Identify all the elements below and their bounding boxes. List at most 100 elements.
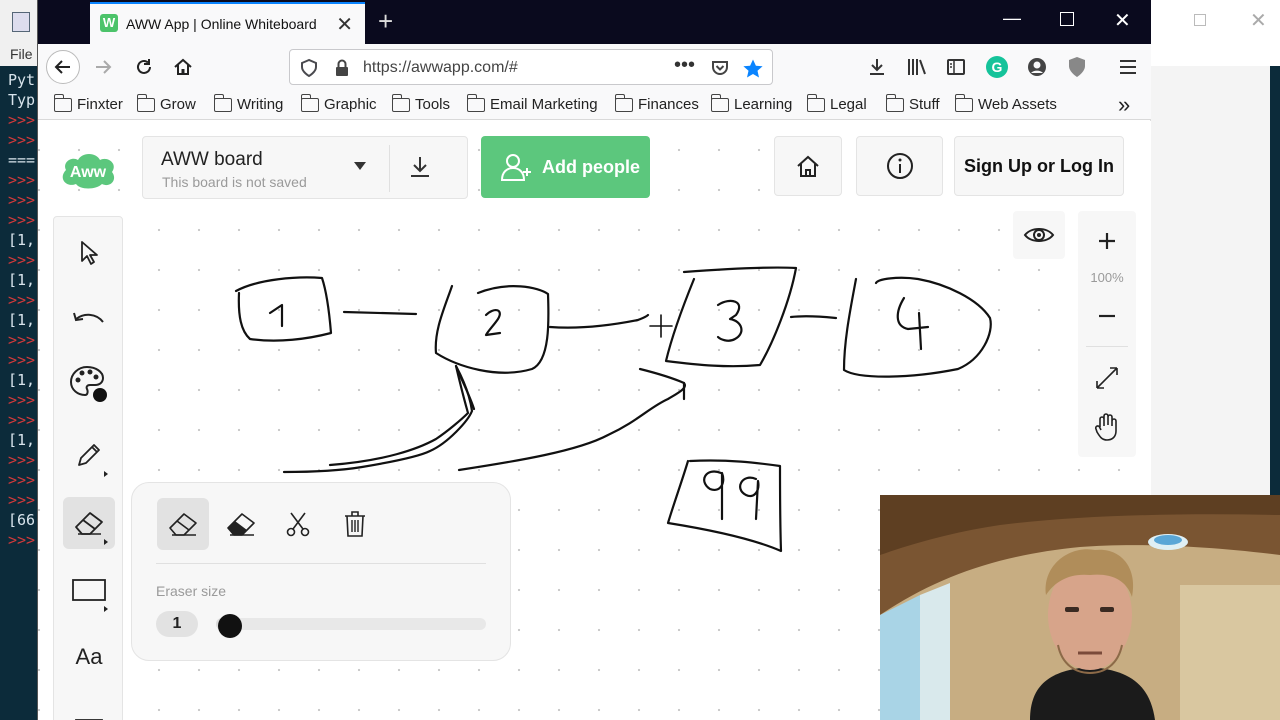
board-name[interactable]: AWW board: [161, 149, 263, 171]
tab-aww-app[interactable]: W AWW App | Online Whiteboard ✕: [90, 2, 365, 44]
text-tool[interactable]: Aa: [63, 631, 115, 683]
download-board-icon[interactable]: [409, 155, 431, 179]
page-actions-icon[interactable]: •••: [674, 54, 695, 77]
bookmark-star-icon[interactable]: [742, 58, 764, 80]
bookmark-learning[interactable]: Learning: [710, 93, 793, 113]
eraser-mode-outline[interactable]: [157, 498, 209, 550]
minimize-icon[interactable]: —: [1003, 8, 1021, 29]
close-icon[interactable]: ✕: [1250, 8, 1267, 33]
bookmark-label: Learning: [734, 96, 793, 113]
python-line: >>>: [8, 451, 36, 469]
home-icon: [174, 58, 192, 75]
python-line: >>>: [8, 351, 36, 369]
pencil-tool[interactable]: [63, 429, 115, 481]
eraser-tool[interactable]: [63, 497, 115, 549]
menu-icon[interactable]: [1118, 57, 1138, 77]
submenu-indicator: [104, 539, 108, 545]
forward-button[interactable]: [88, 52, 118, 82]
sketch-digit-2: [484, 309, 502, 337]
folder-icon: [954, 93, 973, 112]
pencil-icon: [78, 444, 100, 466]
shield-icon[interactable]: [300, 58, 318, 78]
account-icon[interactable]: [1026, 56, 1048, 78]
sketch-digit-3: [716, 299, 743, 342]
add-people-button[interactable]: Add people: [481, 136, 650, 198]
grammarly-icon[interactable]: G: [986, 56, 1008, 78]
python-line: Typ: [8, 91, 36, 109]
bookmark-graphic[interactable]: Graphic: [300, 93, 377, 113]
sketch-arrow-head: [454, 364, 476, 411]
aww-favicon-icon: W: [100, 14, 118, 32]
python-shell-window[interactable]: File Pyt Typ >>> >>> === >>> >>> >>> [1, >>> [1, >>…: [0, 0, 38, 720]
eraser-size-slider[interactable]: [216, 618, 486, 630]
background-window-body: [1150, 66, 1280, 496]
color-tool[interactable]: [63, 357, 115, 409]
window-close-icon[interactable]: ✕: [1114, 8, 1131, 33]
tab-close-icon[interactable]: ✕: [336, 12, 353, 37]
zoom-level: 100%: [1090, 270, 1124, 285]
caret-down-icon[interactable]: [354, 162, 366, 170]
home-board-button[interactable]: [774, 136, 842, 196]
python-line: >>>: [8, 391, 36, 409]
eraser-options-panel: Eraser size 1: [131, 482, 511, 661]
bookmark-grow[interactable]: Grow: [136, 93, 196, 113]
sidebar-icon[interactable]: [946, 57, 966, 77]
aww-logo[interactable]: Aww: [56, 150, 120, 190]
pan-tool-button[interactable]: [1078, 411, 1136, 443]
python-line: [66: [8, 511, 36, 529]
bookmark-writing[interactable]: Writing: [213, 93, 283, 113]
back-button[interactable]: [46, 50, 80, 84]
download-icon[interactable]: [867, 57, 887, 77]
maximize-icon[interactable]: [1060, 12, 1074, 26]
folder-icon: [136, 93, 155, 112]
undo-tool[interactable]: [63, 294, 115, 346]
zoom-controls: 100%: [1078, 211, 1136, 457]
url-bar[interactable]: https://awwapp.com/# •••: [289, 49, 773, 85]
panel-divider: [156, 563, 486, 564]
bookmark-finxter[interactable]: Finxter: [53, 93, 123, 113]
home-button[interactable]: [168, 52, 198, 82]
bookmark-finances[interactable]: Finances: [614, 93, 699, 113]
library-icon[interactable]: [906, 57, 928, 77]
image-tool[interactable]: [63, 695, 115, 720]
fit-to-screen-button[interactable]: [1078, 363, 1136, 393]
lock-icon[interactable]: [334, 58, 350, 78]
extension-shield-icon[interactable]: [1068, 56, 1086, 78]
sketch-box-99: [666, 459, 783, 553]
cut-tool[interactable]: [272, 498, 324, 550]
bookmark-stuff[interactable]: Stuff: [885, 93, 940, 113]
sketch-digit-4: [896, 296, 930, 351]
reload-button[interactable]: [129, 52, 159, 82]
delete-button[interactable]: [329, 498, 381, 550]
python-line: >>>: [8, 171, 36, 189]
info-button[interactable]: [856, 136, 943, 196]
maximize-icon[interactable]: [1194, 14, 1206, 26]
submenu-indicator: [104, 471, 108, 477]
folder-icon: [391, 93, 410, 112]
view-mode-button[interactable]: [1013, 211, 1065, 259]
select-tool[interactable]: [63, 227, 115, 279]
python-line: [1,: [8, 311, 36, 329]
more-bookmarks-button[interactable]: »: [1118, 92, 1130, 118]
sign-up-button[interactable]: Sign Up or Log In: [954, 136, 1124, 196]
python-icon: [12, 12, 30, 32]
bookmark-tools[interactable]: Tools: [391, 93, 450, 113]
shape-tool[interactable]: [63, 564, 115, 616]
pocket-icon[interactable]: [710, 58, 730, 78]
url-text[interactable]: https://awwapp.com/#: [363, 59, 518, 77]
zoom-out-button[interactable]: [1078, 303, 1136, 329]
new-tab-icon[interactable]: +: [378, 6, 393, 37]
bookmark-web-assets[interactable]: Web Assets: [954, 93, 1057, 113]
bookmark-email-marketing[interactable]: Email Marketing: [466, 93, 598, 113]
eraser-mode-solid[interactable]: [215, 498, 267, 550]
python-line: >>>: [8, 131, 36, 149]
scissors-icon: [286, 512, 310, 537]
eraser-size-value: 1: [156, 611, 198, 637]
board-selector[interactable]: AWW board This board is not saved: [142, 136, 468, 199]
bookmark-legal[interactable]: Legal: [806, 93, 867, 113]
zoom-in-button[interactable]: [1078, 228, 1136, 254]
folder-icon: [300, 93, 319, 112]
eraser-size-handle[interactable]: [217, 614, 242, 638]
crosshair-cursor: [649, 314, 673, 338]
python-file-menu[interactable]: File: [10, 46, 33, 62]
